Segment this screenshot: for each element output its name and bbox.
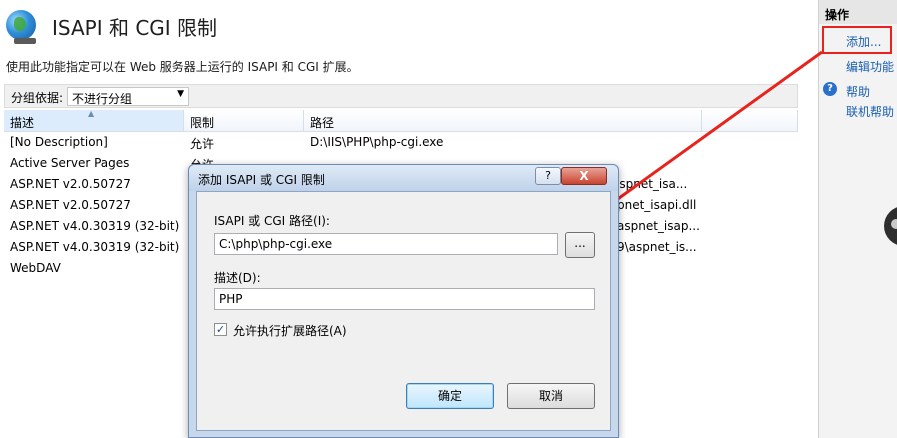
cell-description: WebDAV (10, 261, 61, 275)
column-header-path[interactable]: 路径 (304, 110, 702, 131)
column-label: 路径 (310, 116, 335, 130)
path-input[interactable] (214, 233, 558, 255)
add-action-highlight (822, 26, 892, 54)
browse-button[interactable]: ... (565, 232, 595, 258)
edit-feature-settings-link[interactable]: 编辑功能 (846, 58, 894, 75)
description-input[interactable] (214, 288, 595, 310)
cell-description: ASP.NET v2.0.50727 (10, 177, 131, 191)
column-label: 限制 (190, 116, 215, 130)
cell-description: ASP.NET v2.0.50727 (10, 198, 131, 212)
cell-description: ASP.NET v4.0.30319 (32-bit) (10, 240, 180, 254)
column-header-description[interactable]: 描述 ▲ (4, 109, 184, 131)
column-label: 描述 (10, 116, 35, 130)
dialog-help-button[interactable]: ? (535, 167, 561, 185)
cell-restriction: 允许 (190, 137, 215, 151)
online-help-link[interactable]: 联机帮助 (846, 103, 894, 120)
path-label: ISAPI 或 CGI 路径(I): (214, 214, 330, 228)
page-title: ISAPI 和 CGI 限制 (52, 16, 218, 40)
dialog-body: ISAPI 或 CGI 路径(I): ... 描述(D): ✓ 允许执行扩展路径… (196, 191, 611, 431)
allow-extension-label: 允许执行扩展路径(A) (233, 324, 347, 338)
table-row[interactable]: [No Description] 允许 D:\IIS\PHP\php-cgi.e… (4, 132, 798, 153)
allow-extension-checkbox[interactable]: ✓ (214, 323, 227, 336)
cell-description: Active Server Pages (10, 156, 130, 170)
cancel-button[interactable]: 取消 (507, 383, 595, 409)
sort-ascending-icon: ▲ (88, 109, 95, 118)
iis-globe-icon (6, 10, 36, 40)
column-header-filler (702, 110, 798, 131)
description-label: 描述(D): (214, 271, 261, 285)
page-description: 使用此功能指定可以在 Web 服务器上运行的 ISAPI 和 CGI 扩展。 (6, 60, 359, 74)
cell-description: ASP.NET v4.0.30319 (32-bit) (10, 219, 180, 233)
column-header-restriction[interactable]: 限制 (184, 110, 304, 131)
group-by-value: 不进行分组 (72, 92, 133, 106)
cell-path: D:\IIS\PHP\php-cgi.exe (310, 135, 444, 149)
server-base-icon (14, 38, 36, 44)
group-by-label: 分组依据: (11, 91, 64, 105)
help-link[interactable]: 帮助 (846, 83, 870, 100)
help-icon: ? (823, 82, 837, 96)
ok-button[interactable]: 确定 (406, 383, 494, 409)
actions-header: 操作 (819, 0, 897, 24)
dialog-title: 添加 ISAPI 或 CGI 限制 (198, 173, 325, 187)
group-by-bar: 分组依据: 不进行分组 ▼ (4, 84, 798, 108)
table-header: 描述 ▲ 限制 路径 (4, 109, 798, 132)
add-restriction-dialog: 添加 ISAPI 或 CGI 限制 ? X ISAPI 或 CGI 路径(I):… (188, 164, 619, 438)
cell-description: [No Description] (10, 135, 108, 149)
dropdown-arrow-icon: ▼ (177, 89, 184, 99)
dialog-titlebar[interactable]: 添加 ISAPI 或 CGI 限制 ? X (189, 165, 618, 191)
group-by-select[interactable]: 不进行分组 ▼ (67, 87, 189, 106)
dialog-close-button[interactable]: X (561, 167, 607, 185)
